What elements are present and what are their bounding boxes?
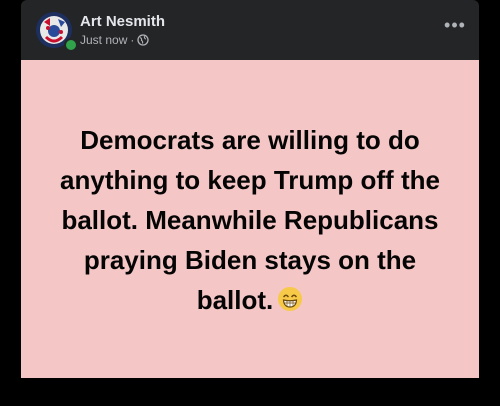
post-timestamp[interactable]: Just now bbox=[80, 33, 127, 47]
online-status-indicator bbox=[64, 38, 78, 52]
more-options-icon[interactable]: ••• bbox=[443, 16, 467, 38]
post-content: Democrats are willing to do anything to … bbox=[21, 60, 479, 378]
globe-icon[interactable] bbox=[137, 34, 150, 46]
grinning-face-emoji-icon bbox=[278, 287, 303, 311]
post-body: Democrats are willing to do anything to … bbox=[50, 120, 450, 320]
post-card: Art Nesmith Just now · ••• Democrats are… bbox=[21, 0, 479, 378]
meta-separator: · bbox=[130, 33, 135, 47]
post-meta: Just now · bbox=[80, 33, 150, 47]
author-name[interactable]: Art Nesmith bbox=[80, 13, 165, 31]
post-header: Art Nesmith Just now · ••• bbox=[21, 0, 479, 60]
post-body-text: Democrats are willing to do anything to … bbox=[60, 125, 440, 315]
